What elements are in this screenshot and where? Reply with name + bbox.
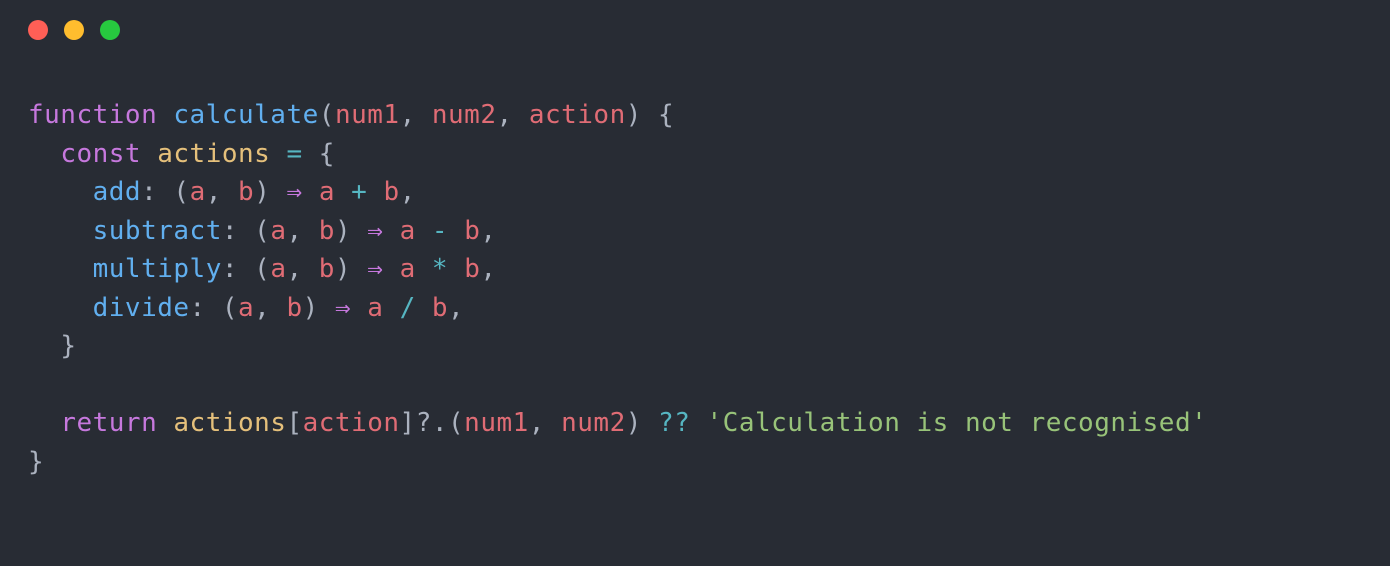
- param-a: a: [270, 254, 286, 284]
- var-actions: actions: [157, 139, 270, 169]
- colon-paren: : (: [222, 254, 270, 284]
- param-a: a: [238, 293, 254, 323]
- arrow: ⇒: [367, 216, 383, 246]
- colon-paren: : (: [222, 216, 270, 246]
- paren-open: (: [448, 408, 464, 438]
- bracket-close: ]: [400, 408, 416, 438]
- space: [351, 293, 367, 323]
- optional-chain: ?.: [416, 408, 448, 438]
- nullish-coalesce: ??: [658, 408, 690, 438]
- op-plus: +: [335, 177, 383, 207]
- indent: [28, 177, 93, 207]
- indent: [28, 139, 60, 169]
- space: [141, 139, 157, 169]
- keyword-return: return: [60, 408, 157, 438]
- space: [303, 177, 319, 207]
- paren-close: ): [626, 408, 658, 438]
- code-window: function calculate(num1, num2, action) {…: [0, 0, 1390, 566]
- string-literal: 'Calculation is not recognised': [707, 408, 1208, 438]
- param-action: action: [529, 100, 626, 130]
- param-a: a: [270, 216, 286, 246]
- keyword-const: const: [60, 139, 141, 169]
- comma: ,: [400, 100, 432, 130]
- param-num1: num1: [335, 100, 400, 130]
- brace-close: }: [60, 331, 76, 361]
- paren-close: ): [335, 216, 367, 246]
- space: [157, 408, 173, 438]
- var-b: b: [464, 254, 480, 284]
- bracket-open: [: [286, 408, 302, 438]
- space: [383, 254, 399, 284]
- var-actions: actions: [173, 408, 286, 438]
- maximize-icon[interactable]: [100, 20, 120, 40]
- indent: [28, 254, 93, 284]
- minimize-icon[interactable]: [64, 20, 84, 40]
- titlebar: [0, 0, 1390, 40]
- comma: ,: [206, 177, 238, 207]
- prop-subtract: subtract: [93, 216, 222, 246]
- paren-close: ): [303, 293, 335, 323]
- colon-paren: : (: [190, 293, 238, 323]
- param-a: a: [190, 177, 206, 207]
- var-a: a: [367, 293, 383, 323]
- param-num2: num2: [432, 100, 497, 130]
- param-num1: num1: [464, 408, 529, 438]
- var-a: a: [400, 254, 416, 284]
- comma: ,: [254, 293, 286, 323]
- arrow: ⇒: [335, 293, 351, 323]
- prop-divide: divide: [93, 293, 190, 323]
- var-b: b: [432, 293, 448, 323]
- param-b: b: [319, 216, 335, 246]
- keyword-function: function: [28, 100, 157, 130]
- prop-add: add: [93, 177, 141, 207]
- brace-open: {: [642, 100, 674, 130]
- code-block: function calculate(num1, num2, action) {…: [0, 40, 1390, 481]
- var-b: b: [464, 216, 480, 246]
- paren-open: (: [319, 100, 335, 130]
- op-divide: /: [383, 293, 431, 323]
- comma: ,: [480, 216, 496, 246]
- indent: [28, 293, 93, 323]
- space: [383, 216, 399, 246]
- indent: [28, 216, 93, 246]
- var-b: b: [383, 177, 399, 207]
- param-action: action: [303, 408, 400, 438]
- op-multiply: *: [416, 254, 464, 284]
- space: [690, 408, 706, 438]
- comma: ,: [286, 216, 318, 246]
- equals: =: [270, 139, 318, 169]
- prop-multiply: multiply: [93, 254, 222, 284]
- op-minus: -: [416, 216, 464, 246]
- brace-close: }: [28, 447, 44, 477]
- function-name: calculate: [173, 100, 318, 130]
- comma: ,: [529, 408, 561, 438]
- paren-close: ): [254, 177, 286, 207]
- comma: ,: [480, 254, 496, 284]
- comma: ,: [286, 254, 318, 284]
- comma: ,: [497, 100, 529, 130]
- arrow: ⇒: [287, 177, 303, 207]
- comma: ,: [448, 293, 464, 323]
- comma: ,: [400, 177, 416, 207]
- var-a: a: [400, 216, 416, 246]
- indent: [28, 331, 60, 361]
- arrow: ⇒: [367, 254, 383, 284]
- param-b: b: [286, 293, 302, 323]
- paren-close: ): [626, 100, 642, 130]
- paren-close: ): [335, 254, 367, 284]
- colon-paren: : (: [141, 177, 189, 207]
- param-b: b: [238, 177, 254, 207]
- param-num2: num2: [561, 408, 626, 438]
- param-b: b: [319, 254, 335, 284]
- brace-open: {: [319, 139, 335, 169]
- close-icon[interactable]: [28, 20, 48, 40]
- var-a: a: [319, 177, 335, 207]
- indent: [28, 408, 60, 438]
